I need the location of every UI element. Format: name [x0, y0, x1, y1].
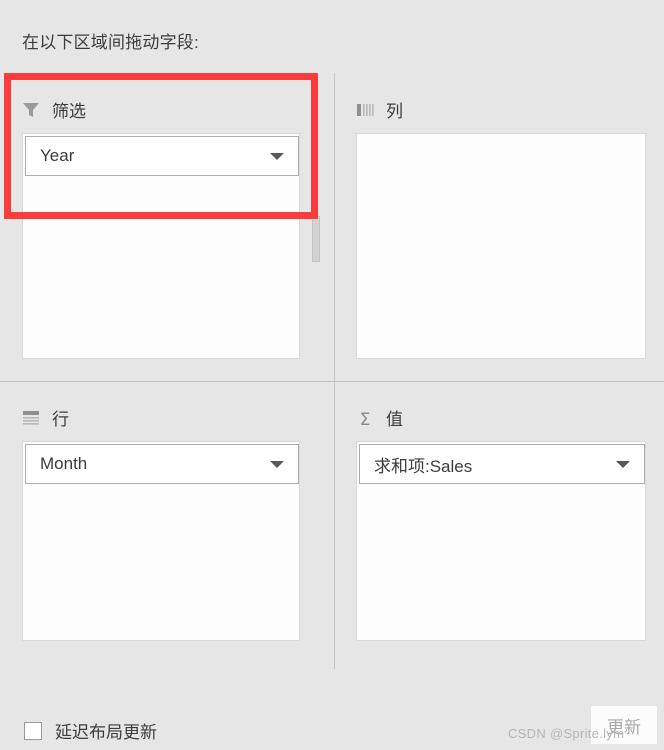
- chevron-down-icon[interactable]: [270, 460, 284, 468]
- zone-filters-label: 筛选: [52, 102, 86, 121]
- chevron-down-icon[interactable]: [270, 152, 284, 160]
- watermark: CSDN @Sprite.lym: [508, 726, 625, 741]
- field-chip-sum-sales[interactable]: 求和项:Sales: [359, 444, 645, 484]
- zone-values-label: 值: [386, 410, 403, 429]
- zone-columns[interactable]: 列: [334, 73, 664, 381]
- rows-icon: [22, 410, 40, 431]
- zone-rows[interactable]: 行 Month: [0, 381, 334, 669]
- zone-columns-title: 列: [356, 101, 403, 123]
- rows-drop-area[interactable]: Month: [22, 441, 300, 641]
- defer-layout-update-row[interactable]: 延迟布局更新: [24, 718, 157, 743]
- columns-drop-area[interactable]: [356, 133, 646, 359]
- field-chip-month-label: Month: [40, 454, 88, 473]
- field-chip-year-label: Year: [40, 146, 75, 165]
- field-chip-year[interactable]: Year: [25, 136, 299, 176]
- zone-rows-label: 行: [52, 410, 69, 429]
- defer-layout-update-checkbox[interactable]: [24, 721, 42, 740]
- values-drop-area[interactable]: 求和项:Sales: [356, 441, 646, 641]
- chevron-down-icon[interactable]: [616, 460, 630, 468]
- zone-filters-title: 筛选: [22, 101, 86, 123]
- field-chip-month[interactable]: Month: [25, 444, 299, 484]
- funnel-icon: [22, 102, 40, 123]
- defer-layout-update-label: 延迟布局更新: [55, 723, 157, 742]
- field-chip-sum-sales-label: 求和项:Sales: [374, 456, 473, 476]
- page-title: 在以下区域间拖动字段:: [22, 33, 199, 52]
- zone-columns-label: 列: [386, 102, 403, 121]
- field-zones-grid: 筛选 Year 列 行 Month Σ 值 求和项:Sales: [0, 73, 664, 669]
- zone-values-title: Σ 值: [356, 409, 403, 431]
- filters-drop-area[interactable]: Year: [22, 133, 300, 359]
- filters-scrollbar[interactable]: [312, 216, 320, 262]
- zone-filters[interactable]: 筛选 Year: [0, 73, 334, 381]
- zone-rows-title: 行: [22, 409, 69, 431]
- sigma-icon: Σ: [359, 410, 371, 430]
- zone-values[interactable]: Σ 值 求和项:Sales: [334, 381, 664, 669]
- columns-icon: [356, 102, 374, 123]
